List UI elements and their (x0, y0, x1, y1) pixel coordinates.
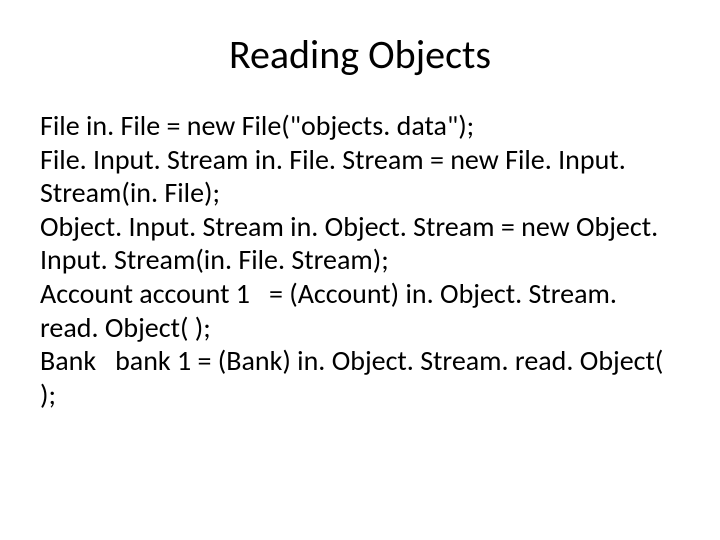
slide-body: File in. File = new File("objects. data"… (40, 109, 680, 411)
slide: Reading Objects File in. File = new File… (0, 0, 720, 540)
slide-title: Reading Objects (40, 30, 680, 79)
